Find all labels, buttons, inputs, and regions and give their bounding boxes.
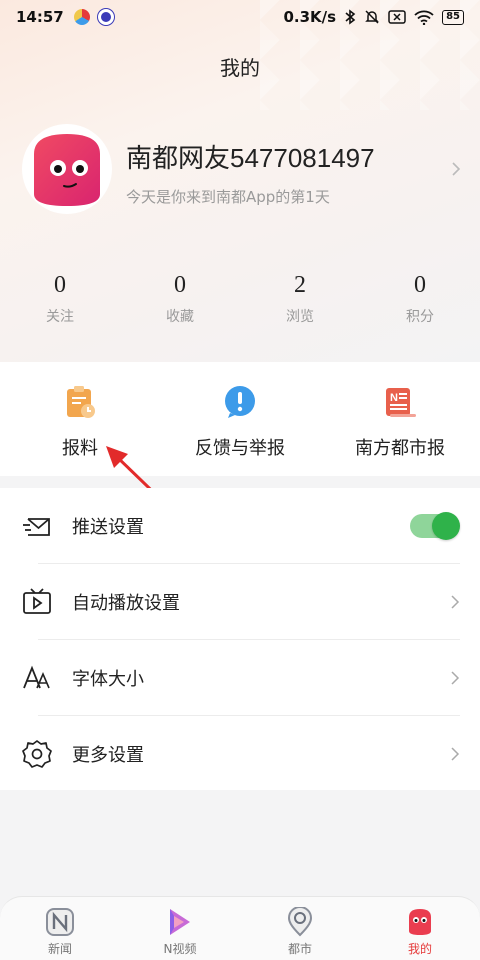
network-speed: 0.3K/s — [283, 8, 337, 26]
toggle-knob — [432, 511, 460, 540]
mascot-icon — [409, 909, 431, 935]
stats-row: 0 关注 0 收藏 2 浏览 0 积分 — [0, 270, 480, 330]
bottom-nav: 新闻 N视频 都市 我的 — [0, 896, 480, 960]
mute-icon — [365, 10, 379, 24]
video-icon — [23, 587, 51, 614]
svg-text:N: N — [390, 392, 398, 404]
settings-row-autoplay[interactable]: 自动播放设置 — [0, 564, 480, 639]
push-toggle[interactable] — [410, 511, 460, 540]
newspaper-icon: N — [386, 388, 416, 417]
nav-label: N视频 — [163, 942, 197, 956]
mascot-avatar-icon — [34, 134, 100, 206]
stat-label: 关注 — [46, 309, 74, 325]
nav-label: 我的 — [407, 942, 432, 956]
video-play-icon — [170, 909, 190, 935]
stat-history[interactable]: 2 浏览 — [240, 270, 360, 330]
news-icon — [46, 908, 74, 936]
quick-actions: 报料 反馈与举报 N 南方都市报 — [0, 362, 480, 476]
app-notification-icon — [73, 9, 90, 25]
stat-favorites[interactable]: 0 收藏 — [120, 270, 240, 330]
stat-label: 积分 — [406, 309, 434, 325]
chevron-right-icon[interactable] — [450, 160, 462, 178]
settings-row-font-size[interactable]: 字体大小 — [0, 640, 480, 715]
wifi-icon — [414, 10, 434, 25]
nav-item-city[interactable]: 都市 — [240, 897, 360, 960]
chevron-right-icon — [451, 594, 460, 609]
sim-off-icon — [388, 10, 406, 24]
app-notification-icon-2 — [97, 9, 114, 25]
nav-item-video[interactable]: N视频 — [120, 897, 240, 960]
stat-points[interactable]: 0 积分 — [360, 270, 480, 330]
stat-following[interactable]: 0 关注 — [0, 270, 120, 330]
quick-action-label: 反馈与举报 — [195, 438, 285, 459]
stat-value: 0 — [414, 272, 426, 298]
settings-label: 自动播放设置 — [72, 592, 180, 614]
nav-item-news[interactable]: 新闻 — [0, 897, 120, 960]
chevron-right-icon — [451, 746, 460, 761]
settings-label: 更多设置 — [72, 744, 144, 766]
status-time: 14:57 — [16, 8, 64, 26]
envelope-icon — [23, 517, 50, 536]
status-bar: 14:57 0.3K/s 85 — [0, 0, 480, 34]
user-name[interactable]: 南都网友5477081497 — [126, 138, 375, 175]
clipboard-icon — [67, 386, 95, 418]
settings-row-more[interactable]: 更多设置 — [0, 716, 480, 791]
chevron-right-icon — [451, 670, 460, 685]
stat-value: 2 — [294, 272, 306, 298]
page-title: 我的 — [220, 56, 260, 80]
quick-action-feedback[interactable]: 反馈与举报 — [160, 362, 320, 476]
stat-value: 0 — [54, 272, 66, 298]
battery-indicator: 85 — [442, 9, 464, 25]
settings-list: 推送设置 自动播放设置 字体大小 更多设置 — [0, 488, 480, 790]
stat-label: 浏览 — [286, 309, 314, 325]
gear-icon — [22, 739, 52, 768]
nav-label: 新闻 — [47, 942, 72, 956]
quick-action-newspaper[interactable]: N 南方都市报 — [320, 362, 480, 476]
quick-action-label: 报料 — [62, 438, 98, 459]
stat-label: 收藏 — [166, 309, 194, 325]
nav-item-mine[interactable]: 我的 — [360, 897, 480, 960]
settings-label: 字体大小 — [72, 668, 144, 690]
avatar[interactable] — [22, 124, 112, 214]
status-right: 0.3K/s 85 — [283, 8, 464, 26]
font-size-icon — [23, 665, 50, 688]
location-icon — [287, 907, 313, 937]
exclamation-icon — [225, 386, 255, 418]
user-subtitle: 今天是你来到南都App的第1天 — [126, 188, 330, 206]
settings-label: 推送设置 — [72, 516, 144, 538]
quick-action-label: 南方都市报 — [355, 438, 445, 459]
nav-label: 都市 — [287, 942, 312, 956]
settings-row-push[interactable]: 推送设置 — [0, 488, 480, 563]
stat-value: 0 — [174, 272, 186, 298]
bluetooth-icon — [345, 9, 356, 25]
